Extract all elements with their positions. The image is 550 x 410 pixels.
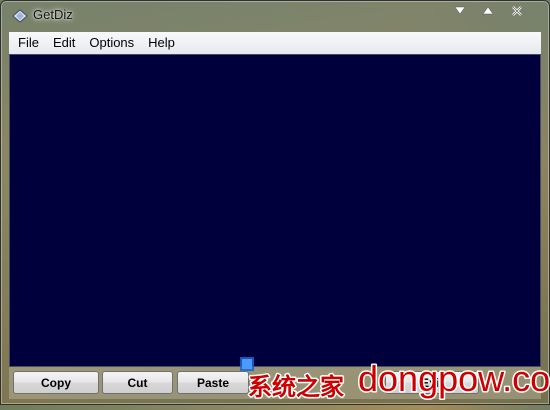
text-display-area[interactable] — [9, 54, 541, 367]
paste-button[interactable]: Paste — [177, 371, 249, 394]
cut-button[interactable]: Cut — [102, 371, 173, 394]
menu-options[interactable]: Options — [82, 32, 141, 54]
minimize-icon[interactable] — [449, 3, 471, 19]
menu-help[interactable]: Help — [141, 32, 182, 54]
maximize-icon[interactable] — [477, 3, 499, 19]
copy-button[interactable]: Copy — [13, 371, 99, 394]
watermark-logo: 系统之家 dongpow.com 系统之家 dongpow.com — [240, 351, 550, 405]
menu-bar: File Edit Options Help — [9, 32, 541, 55]
app-window: GetDiz File Edit Options Help Copy Cut P… — [0, 0, 550, 405]
window-title: GetDiz — [33, 7, 73, 22]
svg-text:系统之家: 系统之家 — [248, 373, 344, 401]
diamond-app-icon[interactable] — [12, 9, 28, 23]
menu-file[interactable]: File — [9, 32, 46, 54]
close-icon[interactable] — [506, 3, 528, 19]
menu-edit[interactable]: Edit — [46, 32, 82, 54]
svg-text:dongpow.com: dongpow.com — [358, 358, 550, 399]
title-bar[interactable]: GetDiz — [1, 1, 549, 31]
